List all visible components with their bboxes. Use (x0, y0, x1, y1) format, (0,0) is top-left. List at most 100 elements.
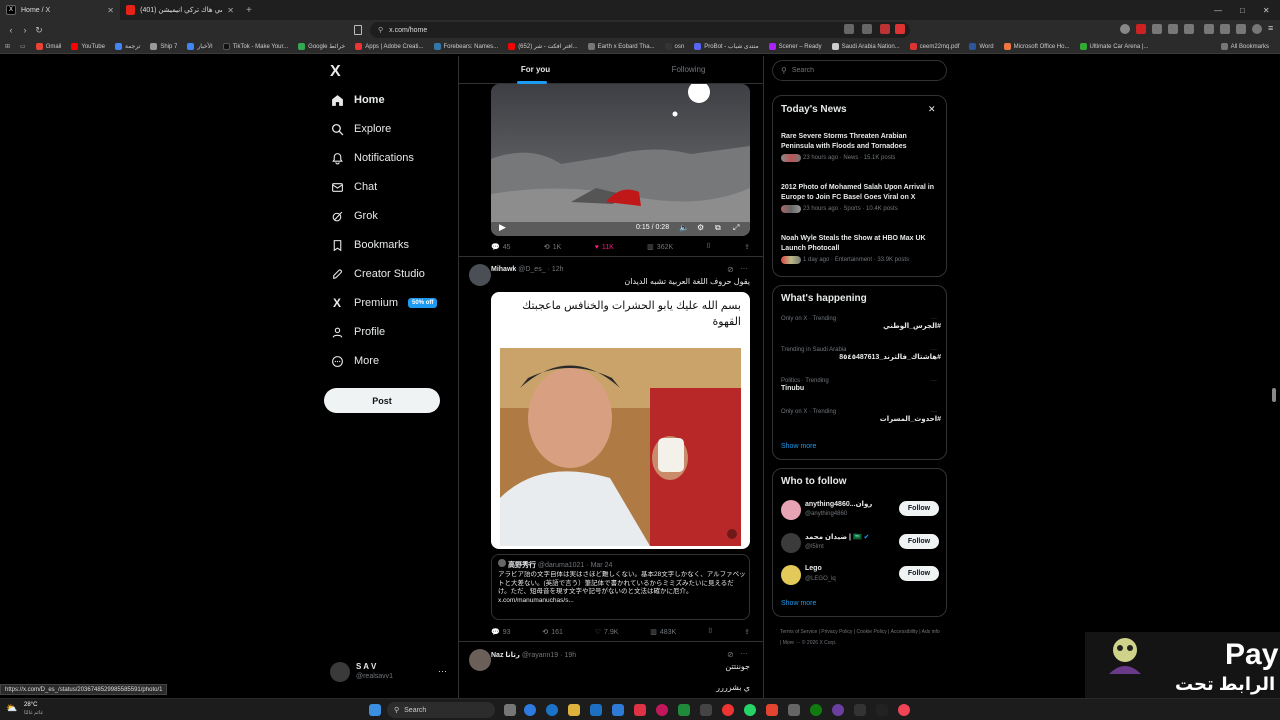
views-button[interactable]: ▥ 483K (650, 628, 676, 637)
search-input[interactable] (791, 67, 932, 74)
tweet-image[interactable]: بسم الله عليك يابو الحشرات والخنافس ماعج… (491, 292, 750, 549)
address-bar[interactable]: ⚲ x.com/home (370, 22, 910, 38)
bookmark-item[interactable]: Ultimate Car Arena |... (1075, 43, 1154, 50)
forward-arrow-icon[interactable]: › (18, 25, 32, 35)
bookmark-folder-icon[interactable]: ▭ (15, 43, 31, 50)
maximize-button[interactable]: □ (1240, 6, 1245, 15)
reply-button[interactable]: 💬 45 (491, 243, 511, 252)
avatar[interactable] (781, 533, 801, 553)
install-app-icon[interactable] (844, 24, 854, 34)
avatar[interactable] (469, 264, 491, 286)
extension-icon[interactable] (1120, 24, 1130, 34)
back-arrow-icon[interactable]: ‹ (4, 25, 18, 35)
bookmark-item[interactable]: ترجمة (110, 43, 145, 50)
app-icon[interactable] (898, 704, 910, 716)
nav-premium[interactable]: X Premium 50% off (330, 296, 438, 310)
trend-item[interactable]: Only on X · Trending ··· #الجرس_الوطني (781, 316, 941, 332)
tab-youtube[interactable]: (401) ويرك سي هاك تركي انيميشن ✕ (120, 0, 240, 20)
brave-icon[interactable] (766, 704, 778, 716)
bookmark-item[interactable]: Forebears: Names... (429, 43, 504, 50)
trend-item[interactable]: Only on X · Trending ··· #احدوث_المسرات (781, 409, 941, 425)
app-icon[interactable] (656, 704, 668, 716)
show-more-link[interactable]: Show more (781, 443, 816, 450)
profile-avatar-icon[interactable] (1252, 24, 1262, 34)
tweet-video[interactable]: ▶ 0:15 / 0:28 🔈 ⚙ ⧉ ⤢ (491, 84, 750, 236)
nav-explore[interactable]: Explore (330, 122, 391, 136)
fullscreen-icon[interactable]: ⤢ (733, 223, 739, 233)
follow-button[interactable]: Follow (899, 534, 939, 549)
app-icon[interactable] (700, 704, 712, 716)
bookmark-item[interactable]: Scener – Ready (764, 43, 827, 50)
avatar[interactable] (781, 565, 801, 585)
brave-shield-icon[interactable] (880, 24, 890, 34)
page-scrollbar[interactable] (1272, 388, 1276, 402)
file-explorer-icon[interactable] (568, 704, 580, 716)
nav-profile[interactable]: Profile (330, 325, 385, 339)
tweet-age[interactable]: 12h (552, 266, 564, 273)
reload-icon[interactable]: ↻ (32, 25, 46, 36)
bookmark-tweet-icon[interactable]: ⌷ (707, 243, 711, 251)
menu-icon[interactable]: ≡ (1268, 23, 1273, 33)
tab-following[interactable]: Following (612, 56, 763, 83)
xbox-icon[interactable] (810, 704, 822, 716)
app-icon[interactable] (876, 704, 888, 716)
site-info-icon[interactable]: ⚲ (378, 26, 383, 34)
share-icon[interactable]: ⇪ (744, 243, 750, 251)
nav-chat[interactable]: Chat (330, 180, 377, 194)
outlook-icon[interactable] (612, 704, 624, 716)
tweet-age[interactable]: 19h (564, 652, 576, 659)
trend-item[interactable]: Trending in Saudi Arabia ··· #هاشتاك_فال… (781, 347, 941, 363)
more-dots-icon[interactable]: ··· (740, 649, 748, 658)
extension-icon[interactable] (1220, 24, 1230, 34)
repost-button[interactable]: ⟲ 161 (542, 628, 563, 637)
volume-icon[interactable]: 🔈 (679, 223, 689, 232)
extension-icon[interactable] (1136, 24, 1146, 34)
bookmark-item[interactable]: Google خرائط (293, 43, 350, 50)
more-dots-icon[interactable]: ··· (931, 347, 937, 353)
x-logo-icon[interactable]: X (330, 63, 341, 81)
grok-icon[interactable]: ⊘ (727, 650, 734, 659)
extension-icon[interactable] (1152, 24, 1162, 34)
bookmark-item[interactable]: Microsoft Office Ho... (999, 43, 1075, 50)
taskbar-search[interactable]: ⚲ Search (387, 702, 495, 718)
author-handle[interactable]: @D_es_ (518, 266, 545, 273)
repost-button[interactable]: ⟲ 1K (544, 243, 561, 252)
author-handle[interactable]: @rayann19 (522, 652, 558, 659)
like-button[interactable]: ♥ 11K (595, 244, 614, 251)
bookmark-item[interactable]: Word (964, 43, 998, 50)
close-icon[interactable]: ✕ (928, 104, 936, 115)
show-more-link[interactable]: Show more (781, 600, 816, 607)
weather-widget[interactable]: ⛅ 28°C غائم غالبًا (6, 702, 56, 718)
bookmark-item[interactable]: Apps | Adobe Creati... (350, 43, 428, 50)
vpn-icon[interactable] (1236, 24, 1246, 34)
powerpoint-icon[interactable] (634, 704, 646, 716)
excel-icon[interactable] (678, 704, 690, 716)
quoted-tweet[interactable]: 高野秀行 @daruma1021 · Mar 24 アラビア語の文字自体は実はさ… (491, 554, 750, 620)
close-tab-icon[interactable]: ✕ (227, 6, 234, 15)
footer-links[interactable]: Terms of Service | Privacy Policy | Cook… (780, 627, 940, 649)
brave-rewards-icon[interactable] (895, 24, 905, 34)
bookmark-item[interactable]: YouTube (66, 43, 110, 50)
apps-grid-icon[interactable]: ⊞ (0, 43, 15, 50)
pip-icon[interactable]: ⧉ (715, 223, 721, 233)
bookmark-page-icon[interactable] (354, 25, 362, 35)
edge-icon[interactable] (546, 704, 558, 716)
account-switcher[interactable]: S A V @realsavv1 ··· (330, 660, 450, 684)
new-tab-button[interactable]: + (240, 5, 258, 16)
bookmark-item[interactable]: Gmail (31, 43, 67, 50)
nav-creator-studio[interactable]: Creator Studio (330, 267, 425, 281)
windows-start-icon[interactable] (369, 704, 381, 716)
task-view-icon[interactable] (504, 704, 516, 716)
follow-name[interactable]: ضيدان محمد | 🇸🇦 ✔ (805, 533, 870, 541)
news-item[interactable]: 2012 Photo of Mohamed Salah Upon Arrival… (781, 183, 941, 213)
more-dots-icon[interactable]: ··· (931, 378, 937, 384)
app-icon[interactable] (832, 704, 844, 716)
news-item[interactable]: Noah Wyle Steals the Show at HBO Max UK … (781, 234, 941, 264)
close-tab-icon[interactable]: ✕ (107, 6, 114, 15)
whatsapp-icon[interactable] (744, 704, 756, 716)
views-button[interactable]: ▥ 362K (647, 243, 673, 252)
settings-gear-icon[interactable]: ⚙ (697, 223, 704, 232)
news-item[interactable]: Rare Severe Storms Threaten Arabian Peni… (781, 132, 941, 162)
share-icon[interactable]: ⇪ (744, 628, 750, 636)
nav-notifications[interactable]: Notifications (330, 151, 414, 165)
